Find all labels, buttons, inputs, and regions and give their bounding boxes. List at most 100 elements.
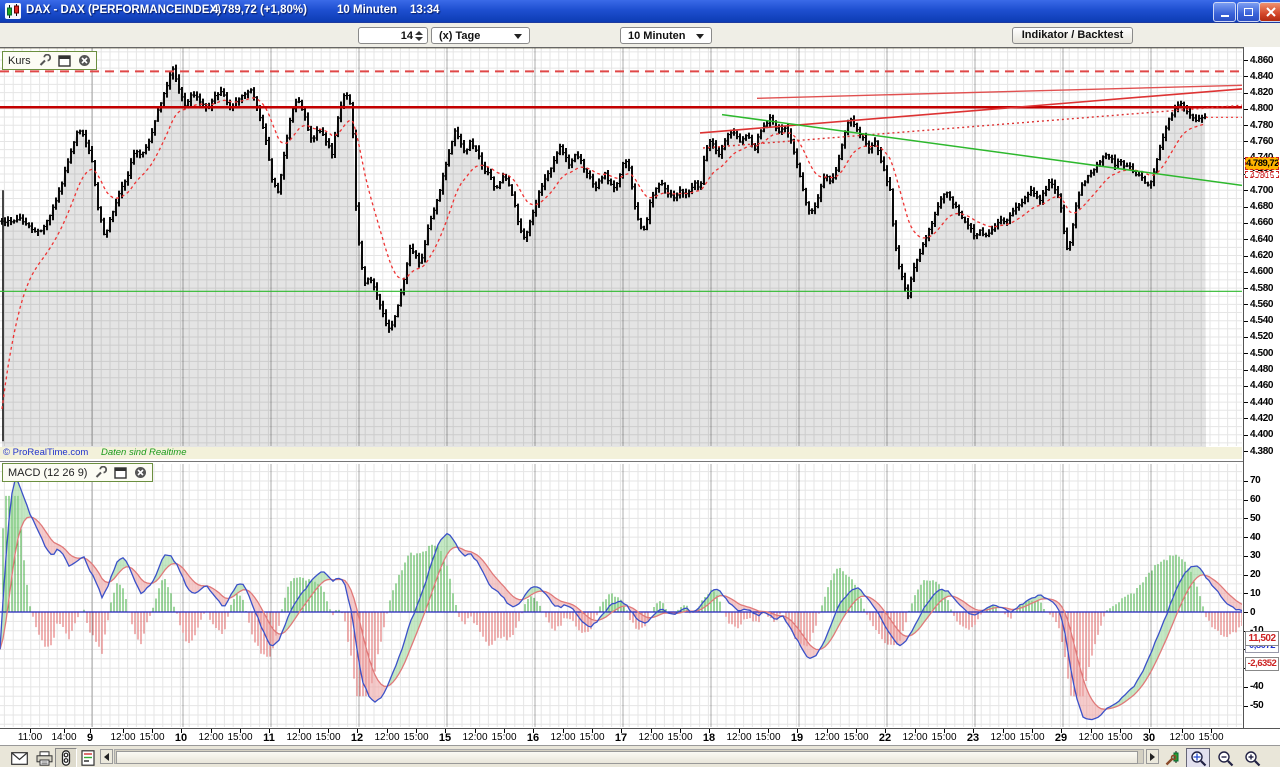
window-icon[interactable] <box>114 467 127 479</box>
macd-panel-title: MACD (12 26 9) <box>8 467 87 479</box>
macd-axis-label: 50 <box>1250 513 1260 524</box>
close-icon[interactable] <box>78 54 91 67</box>
time-axis: 11:0014:00912:0015:001012:0015:001112:00… <box>0 728 1280 745</box>
axis-tick <box>1244 537 1248 538</box>
time-axis-tick <box>533 729 534 733</box>
price-axis-label: 4.820 <box>1250 87 1273 98</box>
report-icon <box>81 750 95 766</box>
timeframe-label: 10 Minuten <box>628 30 685 42</box>
macd-lower-marker: -2,6352 <box>1245 657 1279 671</box>
zoom-out-icon <box>1217 750 1234 767</box>
time-axis-label: 14:00 <box>51 732 76 743</box>
price-axis-label: 4.540 <box>1250 315 1273 326</box>
price-panel <box>0 48 1242 447</box>
time-axis-tick <box>651 729 652 733</box>
time-axis-label: 12:00 <box>814 732 839 743</box>
period-unit-label: (x) Tage <box>439 30 480 42</box>
macd-axis-label: 60 <box>1250 494 1260 505</box>
time-axis-label: 15:00 <box>579 732 604 743</box>
time-axis-label: 12:00 <box>110 732 135 743</box>
time-axis-label: 15:00 <box>1198 732 1223 743</box>
report-button[interactable] <box>77 748 99 767</box>
period-unit-dropdown[interactable]: (x) Tage <box>431 27 530 44</box>
chart-settings-button[interactable] <box>1162 748 1184 767</box>
time-axis-tick <box>1149 729 1150 733</box>
axis-tick <box>1244 256 1248 257</box>
prorealtime-link[interactable]: © ProRealTime.com <box>3 447 88 458</box>
scrollbar-thumb[interactable] <box>116 751 1138 764</box>
close-button[interactable] <box>1259 2 1280 22</box>
restore-button[interactable] <box>1237 2 1260 22</box>
macd-signal-marker: 11,502 <box>1245 631 1279 646</box>
print-button[interactable] <box>33 748 55 767</box>
minimize-button[interactable] <box>1213 2 1236 22</box>
time-axis-tick <box>152 729 153 733</box>
price-axis-label: 4.440 <box>1250 397 1273 408</box>
time-axis-label: 15:00 <box>491 732 516 743</box>
candlestick-icon <box>5 3 21 19</box>
axis-tick <box>1244 60 1248 61</box>
axis-tick <box>1244 435 1248 436</box>
time-axis-tick <box>357 729 358 733</box>
price-panel-title: Kurs <box>8 55 31 67</box>
time-axis-tick <box>973 729 974 733</box>
period-spinner[interactable]: 14 <box>358 27 428 44</box>
axis-tick <box>1244 321 1248 322</box>
price-panel-header: Kurs <box>2 51 97 70</box>
time-axis-tick <box>739 729 740 733</box>
price-axis-label: 4.800 <box>1250 103 1273 114</box>
indicator-backtest-button[interactable]: Indikator / Backtest <box>1012 27 1133 44</box>
time-axis-tick <box>856 729 857 733</box>
chart-canvas[interactable] <box>0 47 1243 745</box>
macd-axis-label: -50 <box>1250 700 1263 711</box>
scroll-left-button[interactable] <box>100 749 113 764</box>
mail-button[interactable] <box>8 748 30 767</box>
watermark-strip: © ProRealTime.com Daten sind Realtime <box>0 447 1242 459</box>
zoom-out-button[interactable] <box>1213 748 1237 767</box>
chart-settings-icon <box>1165 750 1181 766</box>
axis-tick <box>1244 687 1248 688</box>
macd-axis-label: 20 <box>1250 569 1260 580</box>
pointer-track-icon <box>60 750 72 766</box>
axis-tick <box>1244 593 1248 594</box>
price-axis-label: 4.700 <box>1250 185 1273 196</box>
time-axis-day-label: 15 <box>439 732 451 744</box>
time-axis-label: 12:00 <box>550 732 575 743</box>
time-axis-tick <box>621 729 622 733</box>
price-axis-label: 4.400 <box>1250 429 1273 440</box>
last-price-marker: 4.789,72 <box>1245 157 1279 170</box>
axis-tick <box>1244 706 1248 707</box>
wrench-icon[interactable] <box>38 54 51 67</box>
scroll-right-button[interactable] <box>1146 749 1159 764</box>
time-axis-tick <box>475 729 476 733</box>
pointer-track-button[interactable] <box>55 748 77 767</box>
mail-icon <box>11 752 28 765</box>
macd-panel <box>0 464 1242 727</box>
time-axis-tick <box>1182 729 1183 733</box>
time-axis-label: 12:00 <box>638 732 663 743</box>
zoom-fit-button[interactable] <box>1186 748 1210 767</box>
price-axis-label: 4.380 <box>1250 446 1273 457</box>
panel-top-border <box>0 47 1243 48</box>
axis-tick <box>1244 207 1248 208</box>
zoom-fit-icon <box>1190 750 1207 767</box>
time-axis-label: 12:00 <box>990 732 1015 743</box>
window-icon[interactable] <box>58 55 71 67</box>
horizontal-scrollbar[interactable] <box>114 749 1144 764</box>
close-icon[interactable] <box>134 466 147 479</box>
wrench-icon[interactable] <box>94 466 107 479</box>
zoom-in-button[interactable] <box>1240 748 1264 767</box>
price-axis-label: 4.640 <box>1250 234 1273 245</box>
time-axis-tick <box>30 729 31 733</box>
time-axis-day-label: 10 <box>175 732 187 744</box>
macd-axis-label: 0 <box>1250 607 1255 618</box>
time-axis-tick <box>1061 729 1062 733</box>
time-axis-tick <box>1091 729 1092 733</box>
price-axis-label: 4.460 <box>1250 380 1273 391</box>
timeframe-dropdown[interactable]: 10 Minuten <box>620 27 712 44</box>
axis-tick <box>1244 304 1248 305</box>
axis-tick <box>1244 500 1248 501</box>
time-axis-day-label: 11 <box>263 732 275 744</box>
hidden-price-marker: 4.780,5 <box>1245 171 1279 178</box>
price-axis-label: 4.860 <box>1250 55 1273 66</box>
